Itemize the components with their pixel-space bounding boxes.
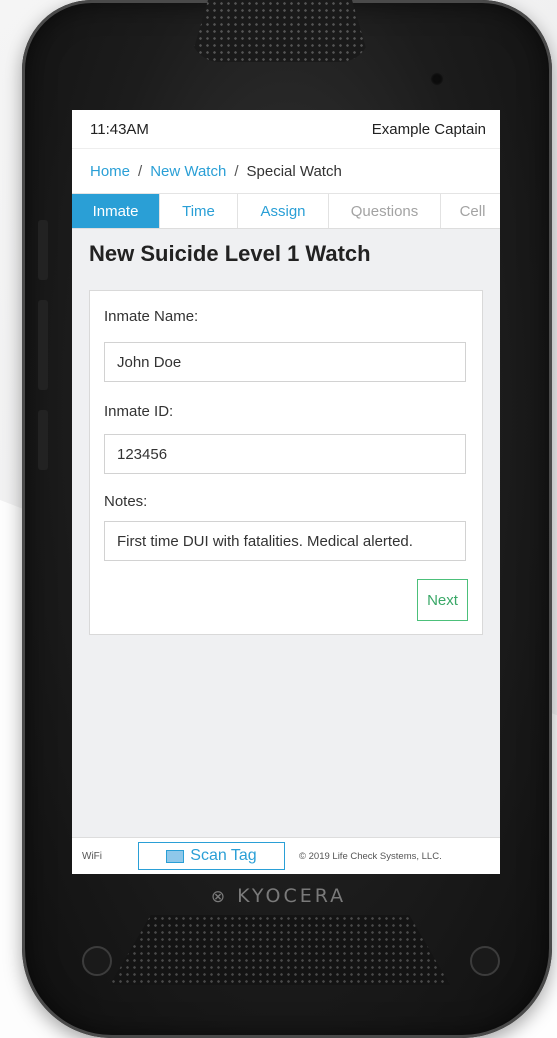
device-brand-logo: ⊗ KYOCERA	[210, 885, 347, 907]
volume-button	[38, 220, 48, 280]
breadcrumb: Home / New Watch / Special Watch	[72, 148, 500, 194]
front-camera	[430, 72, 444, 86]
inmate-id-label: Inmate ID:	[104, 403, 174, 420]
tab-time[interactable]: Time	[160, 194, 238, 228]
inmate-name-input[interactable]	[104, 342, 466, 382]
page-title: New Suicide Level 1 Watch	[89, 241, 371, 266]
brand-label: KYOCERA	[237, 885, 347, 907]
power-button	[38, 410, 48, 470]
notes-label: Notes:	[104, 493, 148, 510]
scan-tag-button[interactable]: Scan Tag	[138, 842, 285, 870]
tab-questions: Questions	[329, 194, 441, 228]
breadcrumb-new-watch[interactable]: New Watch	[150, 163, 226, 180]
scan-tag-label: Scan Tag	[190, 847, 257, 864]
breadcrumb-separator: /	[138, 162, 143, 180]
earpiece-grille	[190, 0, 370, 62]
breadcrumb-separator: /	[234, 162, 239, 180]
wizard-tabs: Inmate Time Assign Questions Cell	[72, 194, 500, 229]
scan-tag-icon	[166, 849, 185, 863]
tab-cell: Cell	[459, 202, 486, 220]
speaker-grille	[110, 915, 450, 985]
wifi-status: WiFi	[82, 850, 102, 862]
screw-left	[82, 946, 112, 976]
status-user: Example Captain	[371, 120, 486, 138]
footer-bar: WiFi Scan Tag © 2019 Life Check Systems,…	[72, 837, 500, 874]
tab-inmate[interactable]: Inmate	[72, 194, 160, 228]
copyright-text: © 2019 Life Check Systems, LLC.	[299, 850, 442, 862]
inmate-name-label: Inmate Name:	[104, 308, 199, 325]
status-bar: 11:43AM Example Captain	[72, 110, 500, 148]
breadcrumb-current: Special Watch	[246, 162, 342, 180]
next-button[interactable]: Next	[417, 579, 468, 621]
side-button	[38, 300, 48, 390]
breadcrumb-home[interactable]: Home	[90, 163, 130, 180]
notes-input[interactable]	[104, 521, 466, 561]
inmate-id-input[interactable]	[104, 434, 466, 474]
status-time: 11:43AM	[90, 120, 149, 138]
tab-assign[interactable]: Assign	[238, 194, 329, 228]
inmate-form-card: Inmate Name: Inmate ID: Notes: Next	[89, 290, 483, 635]
screw-right	[470, 946, 500, 976]
app-screen: 11:43AM Example Captain Home / New Watch…	[72, 110, 500, 874]
